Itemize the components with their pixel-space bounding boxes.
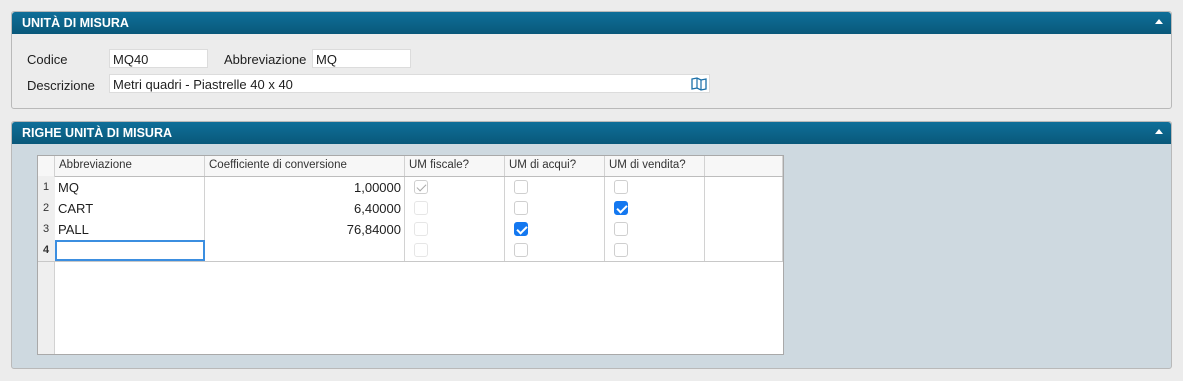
um-vendita-cell[interactable] <box>605 177 705 198</box>
um-vendita-checkbox[interactable] <box>614 222 628 236</box>
coefficient-cell[interactable] <box>205 240 405 261</box>
um-vendita-checkbox[interactable] <box>614 180 628 194</box>
abbreviation-cell[interactable]: PALL <box>55 219 205 240</box>
um-vendita-cell[interactable] <box>605 240 705 261</box>
row-number: 1 <box>43 181 50 193</box>
um-acqui-cell[interactable] <box>505 177 605 198</box>
description-field[interactable]: Metri quadri - Piastrelle 40 x 40 <box>109 74 710 93</box>
book-icon[interactable] <box>691 77 707 91</box>
um-vendita-cell[interactable] <box>605 198 705 219</box>
um-fiscale-checkbox <box>414 201 428 215</box>
empty-cell <box>705 219 783 240</box>
description-value: Metri quadri - Piastrelle 40 x 40 <box>113 77 293 92</box>
unit-rows-panel-title: RIGHE UNITÀ DI MISURA <box>22 126 172 140</box>
table-row[interactable]: 2 CART 6,40000 <box>38 198 783 220</box>
table-row[interactable]: 3 PALL 76,84000 <box>38 219 783 241</box>
um-vendita-checkbox[interactable] <box>614 243 628 257</box>
table-header: Abbreviazione Coefficiente di conversion… <box>38 156 783 177</box>
column-header-empty <box>705 156 783 176</box>
units-panel: UNITÀ DI MISURA Codice MQ40 Abbreviazion… <box>11 11 1172 109</box>
table-row[interactable]: 4 <box>38 240 783 262</box>
um-vendita-cell[interactable] <box>605 219 705 240</box>
um-fiscale-cell <box>405 240 505 261</box>
um-fiscale-cell <box>405 177 505 198</box>
um-acqui-checkbox[interactable] <box>514 243 528 257</box>
abbreviation-cell[interactable]: CART <box>55 198 205 219</box>
code-field[interactable]: MQ40 <box>109 49 208 68</box>
collapse-icon[interactable] <box>1155 19 1163 24</box>
column-header-um-fiscale[interactable]: UM fiscale? <box>405 156 505 176</box>
um-acqui-cell[interactable] <box>505 240 605 261</box>
um-fiscale-checkbox <box>414 243 428 257</box>
unit-rows-table: Abbreviazione Coefficiente di conversion… <box>37 155 784 355</box>
unit-rows-panel: RIGHE UNITÀ DI MISURA Abbreviazione Coef… <box>11 121 1172 369</box>
um-vendita-checkbox[interactable] <box>614 201 628 215</box>
collapse-icon[interactable] <box>1155 129 1163 134</box>
um-fiscale-cell <box>405 198 505 219</box>
um-acqui-cell[interactable] <box>505 219 605 240</box>
um-fiscale-checkbox <box>414 222 428 236</box>
abbreviation-field[interactable]: MQ <box>312 49 411 68</box>
um-acqui-checkbox[interactable] <box>514 222 528 236</box>
coefficient-cell[interactable]: 1,00000 <box>205 177 405 198</box>
um-fiscale-checkbox <box>414 180 428 194</box>
um-acqui-checkbox[interactable] <box>514 180 528 194</box>
table-row[interactable]: 1 MQ 1,00000 <box>38 177 783 199</box>
code-label: Codice <box>27 52 68 67</box>
coefficient-cell[interactable]: 6,40000 <box>205 198 405 219</box>
empty-cell <box>705 177 783 198</box>
abbreviation-cell-editing[interactable] <box>55 240 205 261</box>
column-header-coefficient[interactable]: Coefficiente di conversione <box>205 156 405 176</box>
um-fiscale-cell <box>405 219 505 240</box>
coefficient-cell[interactable]: 76,84000 <box>205 219 405 240</box>
units-panel-header[interactable]: UNITÀ DI MISURA <box>12 12 1171 34</box>
column-header-um-vendita[interactable]: UM di vendita? <box>605 156 705 176</box>
row-number: 2 <box>43 202 50 214</box>
um-acqui-checkbox[interactable] <box>514 201 528 215</box>
units-panel-title: UNITÀ DI MISURA <box>22 16 129 30</box>
header-rownum <box>38 156 55 176</box>
column-header-abbreviation[interactable]: Abbreviazione <box>55 156 205 176</box>
empty-cell <box>705 240 783 261</box>
um-acqui-cell[interactable] <box>505 198 605 219</box>
column-header-um-acqui[interactable]: UM di acqui? <box>505 156 605 176</box>
abbreviation-cell[interactable]: MQ <box>55 177 205 198</box>
description-label: Descrizione <box>27 78 95 93</box>
row-number: 3 <box>43 223 50 235</box>
unit-rows-panel-header[interactable]: RIGHE UNITÀ DI MISURA <box>12 122 1171 144</box>
row-number: 4 <box>43 244 50 256</box>
abbreviation-label: Abbreviazione <box>224 52 307 67</box>
empty-cell <box>705 198 783 219</box>
